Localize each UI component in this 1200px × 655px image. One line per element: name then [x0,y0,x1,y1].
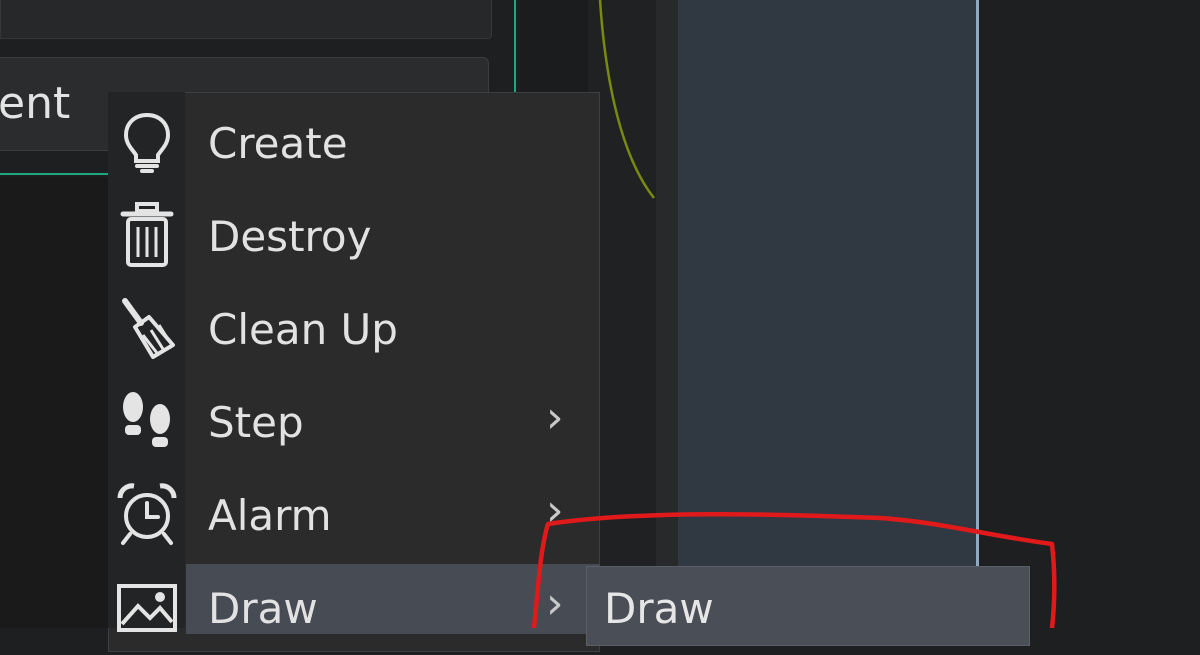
connector-curve [598,0,655,199]
menu-item-label: Destroy [208,212,372,261]
lightbulb-icon [116,111,178,173]
menu-item-create[interactable]: Create [108,97,600,190]
trash-icon [116,202,178,267]
menu-item-draw-icon-cell[interactable] [108,562,186,655]
chevron-right-icon: › [546,392,564,443]
menu-item-destroy[interactable]: Destroy [108,190,600,283]
alarm-clock-icon [116,483,178,545]
menu-item-clean-up[interactable]: Clean Up [108,283,600,376]
footsteps-icon [116,390,178,452]
menu-item-label: Draw [208,584,318,633]
menu-item-label: Clean Up [208,305,398,354]
menu-item-label: Create [208,119,348,168]
menu-item-step[interactable]: Step › [108,376,600,469]
menu-item-label: Step [208,398,304,447]
image-icon [116,576,178,638]
menu-item-label: Alarm [208,491,332,540]
broom-icon [116,297,178,359]
red-annotation-outline [531,511,1057,628]
